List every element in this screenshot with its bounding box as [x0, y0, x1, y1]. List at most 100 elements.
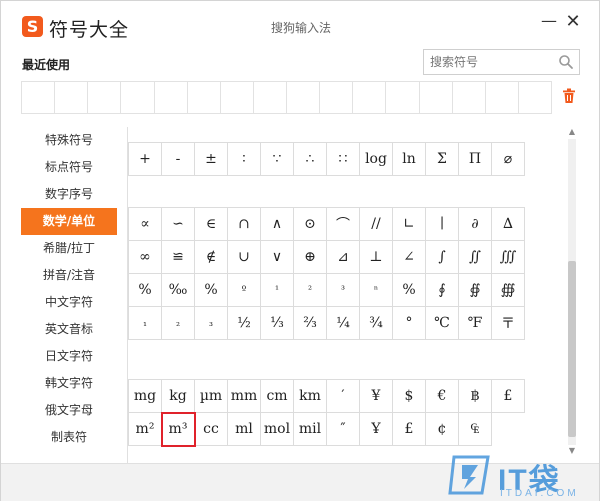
trash-icon[interactable] — [562, 88, 576, 104]
symbol-cell[interactable]: ⌒ — [327, 208, 360, 241]
symbol-cell[interactable]: ∷ — [327, 143, 360, 176]
symbol-cell[interactable]: ± — [195, 143, 228, 176]
symbol-cell[interactable]: mg — [129, 380, 162, 413]
recent-symbol-slot[interactable] — [420, 82, 453, 113]
symbol-cell[interactable]: ∵ — [261, 143, 294, 176]
symbol-cell[interactable]: // — [360, 208, 393, 241]
symbol-cell[interactable]: m² — [129, 413, 162, 446]
recent-symbol-slot[interactable] — [55, 82, 89, 113]
search-input[interactable] — [424, 50, 554, 74]
symbol-cell[interactable]: ∮ — [426, 274, 459, 307]
symbol-cell[interactable]: ∴ — [294, 143, 327, 176]
symbol-cell[interactable]: ⅓ — [261, 307, 294, 340]
symbol-cell[interactable]: Ұ — [360, 413, 393, 446]
recent-symbol-slot[interactable] — [188, 82, 221, 113]
symbol-cell[interactable]: ∂ — [459, 208, 492, 241]
sidebar-item[interactable]: 希腊/拉丁 — [21, 235, 117, 262]
symbol-cell[interactable]: cm — [261, 380, 294, 413]
minimize-button[interactable]: — — [541, 13, 557, 29]
sidebar-item[interactable]: 制表符 — [21, 424, 117, 451]
sidebar-item[interactable]: 英文音标 — [21, 316, 117, 343]
recent-symbol-slot[interactable] — [121, 82, 155, 113]
symbol-cell[interactable]: ⊕ — [294, 241, 327, 274]
symbol-cell[interactable]: ∩ — [228, 208, 261, 241]
symbol-cell[interactable]: m³ — [161, 412, 196, 447]
symbol-cell[interactable]: ∆ — [492, 208, 525, 241]
symbol-cell[interactable]: ∠ — [393, 241, 426, 274]
recent-symbol-slot[interactable] — [453, 82, 486, 113]
symbol-cell[interactable]: ⌀ — [492, 143, 525, 176]
symbol-cell[interactable]: ¼ — [327, 307, 360, 340]
symbol-cell[interactable]: ⁿ — [360, 274, 393, 307]
symbol-cell[interactable]: ∯ — [459, 274, 492, 307]
symbol-cell[interactable]: ∟ — [393, 208, 426, 241]
recent-symbol-slot[interactable] — [287, 82, 321, 113]
symbol-cell[interactable]: mil — [294, 413, 327, 446]
symbol-cell[interactable]: ² — [294, 274, 327, 307]
symbol-cell[interactable]: ‰ — [162, 274, 195, 307]
symbol-cell[interactable]: % — [393, 274, 426, 307]
symbol-cell[interactable]: € — [426, 380, 459, 413]
recent-symbol-slot[interactable] — [486, 82, 519, 113]
symbol-cell[interactable]: ∫ — [426, 241, 459, 274]
symbol-cell[interactable]: log — [360, 143, 393, 176]
sidebar-item[interactable]: 韩文字符 — [21, 370, 117, 397]
symbol-cell[interactable]: ℃ — [426, 307, 459, 340]
symbol-cell[interactable]: ″ — [327, 413, 360, 446]
scroll-thumb[interactable] — [568, 261, 576, 437]
symbol-cell[interactable]: ₂ — [162, 307, 195, 340]
recent-symbol-slot[interactable] — [254, 82, 287, 113]
symbol-cell[interactable]: % — [195, 274, 228, 307]
symbol-cell[interactable]: ≌ — [162, 241, 195, 274]
symbol-cell[interactable]: mol — [261, 413, 294, 446]
symbol-cell[interactable]: ½ — [228, 307, 261, 340]
symbol-cell[interactable]: ³ — [327, 274, 360, 307]
symbol-cell[interactable]: Π — [459, 143, 492, 176]
symbol-cell[interactable]: kg — [162, 380, 195, 413]
sidebar-item[interactable]: 俄文字母 — [21, 397, 117, 424]
recent-symbol-slot[interactable] — [22, 82, 56, 113]
sidebar-item[interactable]: 拼音/注音 — [21, 262, 117, 289]
symbol-cell[interactable]: º — [228, 274, 261, 307]
search-box[interactable] — [423, 49, 580, 75]
sidebar-item[interactable]: 中文字符 — [21, 289, 117, 316]
symbol-cell[interactable]: ∬ — [459, 241, 492, 274]
sidebar-item[interactable]: 数学/单位 — [21, 208, 117, 235]
symbol-cell[interactable]: ₠ — [459, 413, 492, 446]
symbol-cell[interactable]: ∉ — [195, 241, 228, 274]
symbol-cell[interactable]: + — [129, 143, 162, 176]
search-icon[interactable] — [558, 54, 574, 70]
symbol-cell[interactable]: ¢ — [426, 413, 459, 446]
symbol-cell[interactable]: ∶ — [228, 143, 261, 176]
scroll-up-icon[interactable]: ▲ — [566, 127, 578, 137]
recent-symbol-slot[interactable] — [155, 82, 188, 113]
symbol-cell[interactable]: ° — [393, 307, 426, 340]
symbol-cell[interactable]: ∈ — [195, 208, 228, 241]
symbol-cell[interactable]: ∰ — [492, 274, 525, 307]
sidebar-item[interactable]: 特殊符号 — [21, 127, 117, 154]
symbol-cell[interactable]: ∞ — [129, 241, 162, 274]
symbol-cell[interactable]: ₃ — [195, 307, 228, 340]
symbol-cell[interactable]: ℉ — [459, 307, 492, 340]
close-button[interactable]: ✕ — [565, 13, 581, 31]
symbol-cell[interactable]: mm — [228, 380, 261, 413]
vertical-scrollbar[interactable]: ▲ ▼ — [566, 127, 578, 457]
symbol-cell[interactable]: £ — [492, 380, 525, 413]
recent-symbol-slot[interactable] — [221, 82, 254, 113]
symbol-cell[interactable]: cc — [195, 413, 228, 446]
symbol-cell[interactable]: ∝ — [129, 208, 162, 241]
symbol-cell[interactable]: £ — [393, 413, 426, 446]
symbol-cell[interactable]: 〒 — [492, 307, 525, 340]
symbol-cell[interactable]: ₁ — [129, 307, 162, 340]
symbol-cell[interactable]: ∨ — [261, 241, 294, 274]
sidebar-item[interactable]: 日文字符 — [21, 343, 117, 370]
symbol-cell[interactable]: ′ — [327, 380, 360, 413]
symbol-cell[interactable]: km — [294, 380, 327, 413]
recent-symbol-slot[interactable] — [519, 82, 551, 113]
symbol-cell[interactable]: ∽ — [162, 208, 195, 241]
symbol-cell[interactable]: ∣ — [426, 208, 459, 241]
sidebar-item[interactable]: 数字序号 — [21, 181, 117, 208]
symbol-cell[interactable]: ⅔ — [294, 307, 327, 340]
symbol-cell[interactable]: ln — [393, 143, 426, 176]
recent-symbol-slot[interactable] — [88, 82, 122, 113]
